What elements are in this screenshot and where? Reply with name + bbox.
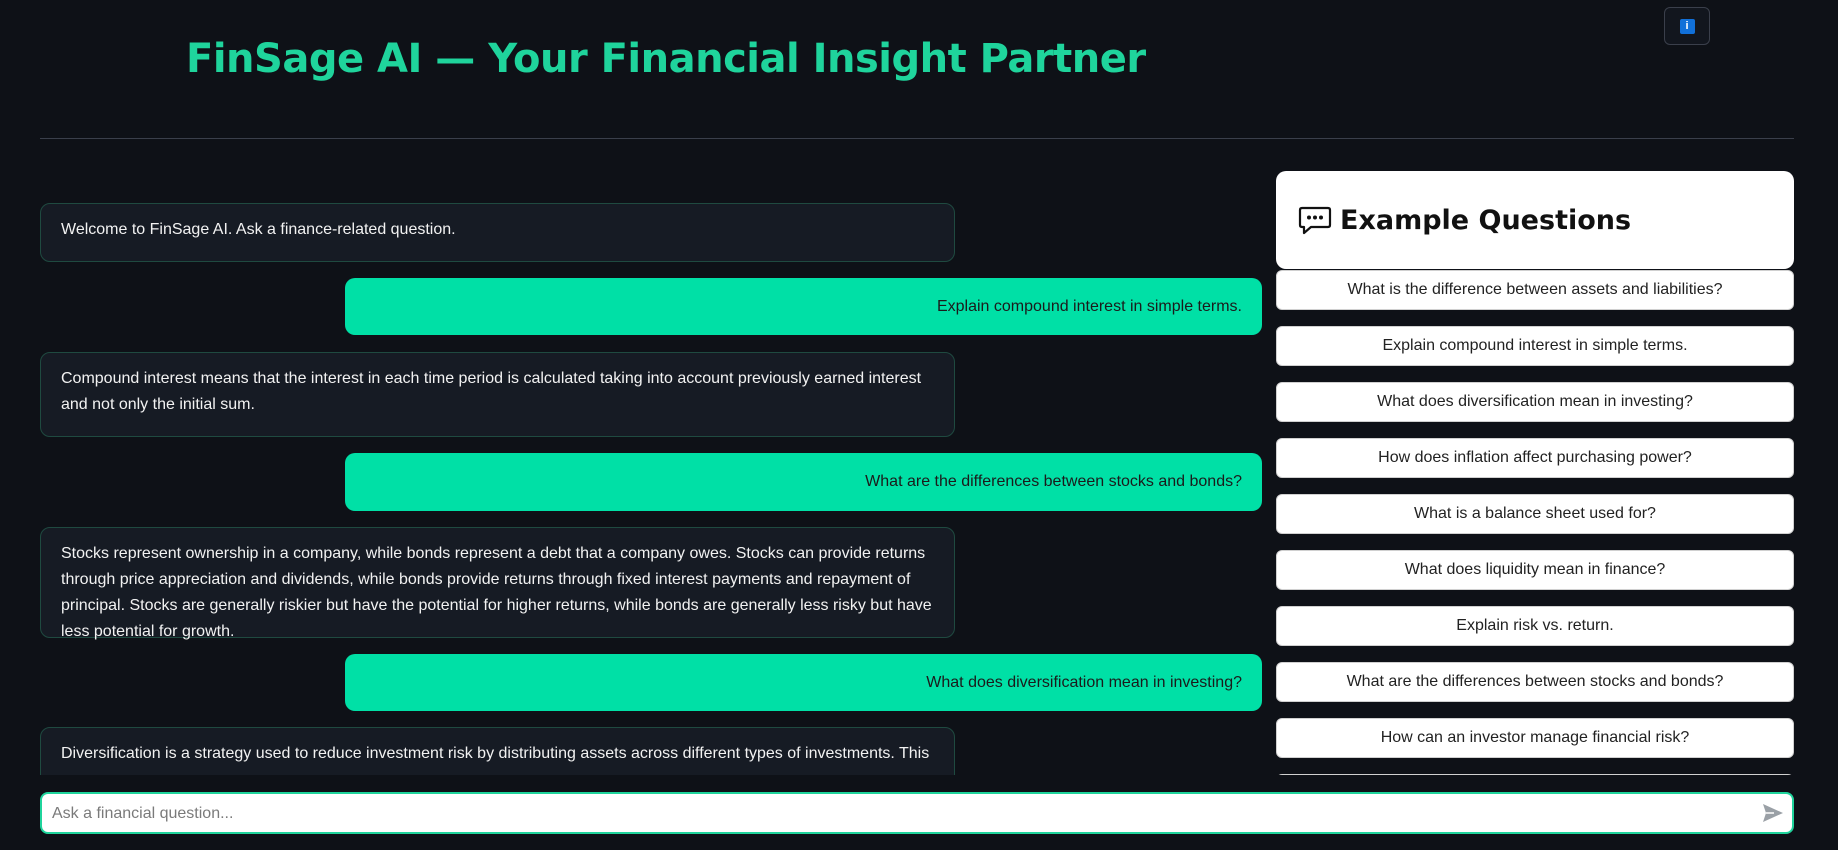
message-text: Stocks represent ownership in a company,… [61,545,932,640]
example-question-button[interactable]: Explain compound interest in simple term… [1276,326,1794,366]
user-message: What does diversification mean in invest… [345,654,1262,711]
chat-history[interactable]: Welcome to FinSage AI. Ask a finance-rel… [40,170,1262,775]
message-text: What does diversification mean in invest… [926,673,1242,691]
assistant-message: Diversification is a strategy used to re… [40,727,955,775]
user-message: Explain compound interest in simple term… [345,278,1262,335]
send-icon[interactable] [1762,803,1784,823]
example-question-button[interactable] [1276,774,1794,775]
example-question-button[interactable]: What does liquidity mean in finance? [1276,550,1794,590]
user-message: What are the differences between stocks … [345,453,1262,511]
info-icon: i [1679,18,1695,34]
page-title: FinSage AI — Your Financial Insight Part… [186,36,1146,82]
message-text: Diversification is a strategy used to re… [61,745,930,762]
message-text: What are the differences between stocks … [865,473,1242,490]
example-questions-title: Example Questions [1340,204,1632,236]
header-divider [40,138,1794,139]
example-question-button[interactable]: What are the differences between stocks … [1276,662,1794,702]
assistant-message: Compound interest means that the interes… [40,352,955,437]
chat-input[interactable] [50,794,1734,834]
example-question-button[interactable]: What is a balance sheet used for? [1276,494,1794,534]
assistant-message: Welcome to FinSage AI. Ask a finance-rel… [40,203,955,262]
assistant-message: Stocks represent ownership in a company,… [40,527,955,640]
example-question-button[interactable]: Explain risk vs. return. [1276,606,1794,646]
info-button[interactable]: i [1664,7,1710,45]
chat-input-bar [40,792,1794,834]
example-question-button[interactable]: How does inflation affect purchasing pow… [1276,438,1794,478]
message-text: Compound interest means that the interes… [61,370,922,413]
chat-bubble-icon [1298,206,1332,235]
message-text: Explain compound interest in simple term… [936,297,1242,315]
example-questions-panel: Example Questions What is the difference… [1276,171,1794,775]
example-question-button[interactable]: What does diversification mean in invest… [1276,382,1794,422]
example-questions-header: Example Questions [1276,171,1794,269]
message-text: Welcome to FinSage AI. Ask a finance-rel… [61,221,456,238]
example-question-button[interactable]: How can an investor manage financial ris… [1276,718,1794,758]
example-question-button[interactable]: What is the difference between assets an… [1276,270,1794,310]
